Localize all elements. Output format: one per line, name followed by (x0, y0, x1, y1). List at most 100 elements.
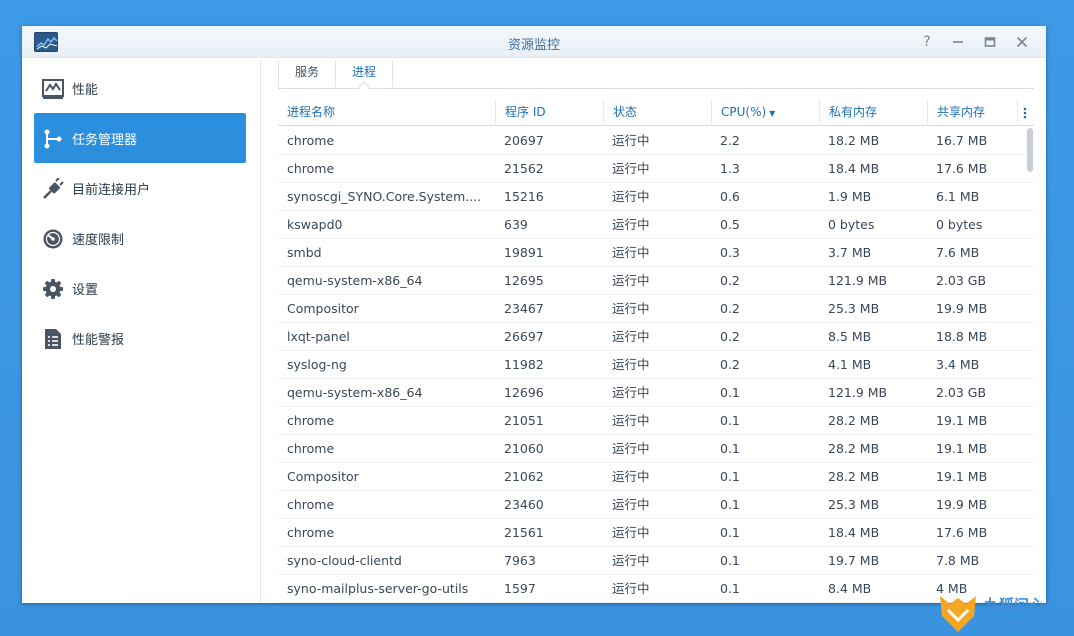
cell-shared-memory: 6.1 MB (936, 189, 980, 204)
table-row[interactable]: chrome 21561 运行中 0.1 18.4 MB 17.6 MB (278, 519, 1034, 547)
table-row[interactable]: kswapd0 639 运行中 0.5 0 bytes 0 bytes (278, 211, 1034, 239)
sort-descending-icon: ▼ (769, 109, 776, 118)
cell-private-memory: 8.5 MB (828, 329, 872, 344)
sidebar-item-label: 设置 (72, 283, 99, 298)
table-row[interactable]: lxqt-panel 26697 运行中 0.2 8.5 MB 18.8 MB (278, 323, 1034, 351)
sidebar-item-connected-users[interactable]: 目前连接用户 (34, 163, 246, 213)
column-header-private-memory[interactable]: 私有内存 (819, 99, 927, 126)
column-header-pid[interactable]: 程序 ID (495, 99, 603, 126)
sidebar-item-label: 速度限制 (72, 233, 125, 248)
sidebar-item-performance-alerts[interactable]: 性能警报 (34, 313, 246, 363)
sidebar-item-performance[interactable]: 性能 (34, 63, 246, 113)
cell-cpu: 2.2 (720, 133, 740, 148)
help-button[interactable]: ? (917, 32, 937, 52)
cell-cpu: 0.2 (720, 273, 740, 288)
cell-shared-memory: 2.03 GB (936, 385, 987, 400)
cell-pid: 21051 (504, 413, 544, 428)
cell-private-memory: 28.2 MB (828, 413, 880, 428)
sidebar-item-speed-limit[interactable]: 速度限制 (34, 213, 246, 263)
close-button[interactable] (1012, 32, 1032, 52)
cell-process-name: kswapd0 (287, 217, 343, 232)
cell-shared-memory: 17.6 MB (936, 161, 988, 176)
cell-pid: 12695 (504, 273, 544, 288)
table-row[interactable]: chrome 21562 运行中 1.3 18.4 MB 17.6 MB (278, 155, 1034, 183)
table-row[interactable]: chrome 20697 运行中 2.2 18.2 MB 16.7 MB (278, 127, 1034, 155)
table-row[interactable]: chrome 21051 运行中 0.1 28.2 MB 19.1 MB (278, 407, 1034, 435)
vertical-scrollbar[interactable] (1026, 126, 1034, 603)
speedometer-icon (43, 229, 63, 249)
cell-private-memory: 1.9 MB (828, 189, 872, 204)
cell-private-memory: 25.3 MB (828, 497, 880, 512)
table-row[interactable]: synoscgi_SYNO.Core.System.... 15216 运行中 0.6… (278, 183, 1034, 211)
cell-private-memory: 18.4 MB (828, 161, 880, 176)
cell-pid: 639 (504, 217, 528, 232)
title-bar[interactable]: 资源监控 ? (22, 26, 1046, 58)
cell-private-memory: 3.7 MB (828, 245, 872, 260)
maximize-icon (984, 37, 996, 47)
cell-status: 运行中 (612, 525, 650, 540)
cell-status: 运行中 (612, 189, 650, 204)
sidebar-item-settings[interactable]: 设置 (34, 263, 246, 313)
cell-cpu: 0.2 (720, 301, 740, 316)
sidebar-item-task-manager[interactable]: 任务管理器 (34, 113, 246, 163)
cell-private-memory: 19.7 MB (828, 553, 880, 568)
column-header-shared-memory[interactable]: 共享内存 (927, 99, 1017, 126)
table-row[interactable]: chrome 21060 运行中 0.1 28.2 MB 19.1 MB (278, 435, 1034, 463)
vertical-dots-icon (1023, 107, 1027, 119)
maximize-button[interactable] (980, 32, 1000, 52)
task-manager-icon (44, 129, 62, 149)
cell-process-name: chrome (287, 413, 335, 428)
cell-cpu: 0.1 (720, 413, 740, 428)
table-row[interactable]: syslog-ng 11982 运行中 0.2 4.1 MB 3.4 MB (278, 351, 1034, 379)
cell-cpu: 0.5 (720, 217, 740, 232)
table-row[interactable]: chrome 23460 运行中 0.1 25.3 MB 19.9 MB (278, 491, 1034, 519)
column-header-label: CPU(%) (721, 105, 767, 119)
cell-cpu: 0.1 (720, 441, 740, 456)
cell-status: 运行中 (612, 273, 650, 288)
cell-process-name: chrome (287, 161, 335, 176)
cell-shared-memory: 3.4 MB (936, 357, 980, 372)
table-row[interactable]: Compositor 23467 运行中 0.2 25.3 MB 19.9 MB (278, 295, 1034, 323)
table-row[interactable]: syno-cloud-clientd 7963 运行中 0.1 19.7 MB 7.8 M… (278, 547, 1034, 575)
cell-status: 运行中 (612, 497, 650, 512)
cell-private-memory: 28.2 MB (828, 469, 880, 484)
resource-monitor-window: 资源监控 ? 性能 任务管理器 目前连接用户 速度限制 设置 性能警报 服务 进… (22, 26, 1046, 603)
table-row[interactable]: smbd 19891 运行中 0.3 3.7 MB 7.6 MB (278, 239, 1034, 267)
sidebar: 性能 任务管理器 目前连接用户 速度限制 设置 性能警报 (22, 59, 261, 603)
cell-cpu: 0.6 (720, 189, 740, 204)
column-header-cpu[interactable]: CPU(%) ▼ (711, 99, 819, 126)
cell-cpu: 0.2 (720, 357, 740, 372)
scrollbar-thumb[interactable] (1027, 128, 1033, 172)
cell-status: 运行中 (612, 441, 650, 456)
table-row[interactable]: syno-mailplus-server-go-utils 1597 运行中 0.1 8… (278, 575, 1034, 603)
tab-divider (392, 61, 393, 87)
tab-services[interactable]: 服务 (279, 59, 335, 89)
cell-status: 运行中 (612, 217, 650, 232)
minimize-icon (953, 41, 963, 43)
cell-pid: 23460 (504, 497, 544, 512)
cell-cpu: 0.1 (720, 581, 740, 596)
cell-shared-memory: 7.8 MB (936, 553, 980, 568)
table-row[interactable]: Compositor 21062 运行中 0.1 28.2 MB 19.1 MB (278, 463, 1034, 491)
cell-private-memory: 8.4 MB (828, 581, 872, 596)
cell-status: 运行中 (612, 581, 650, 596)
column-header-status[interactable]: 状态 (603, 99, 711, 126)
cell-status: 运行中 (612, 469, 650, 484)
sidebar-item-label: 性能警报 (72, 333, 125, 348)
plug-icon (43, 178, 64, 199)
cell-pid: 20697 (504, 133, 544, 148)
column-options-button[interactable] (1017, 99, 1034, 126)
table-header: 进程名称 程序 ID 状态 CPU(%) ▼ 私有内存 共享内存 (278, 99, 1034, 126)
cell-pid: 19891 (504, 245, 544, 260)
column-header-process-name[interactable]: 进程名称 (278, 99, 495, 126)
table-row[interactable]: qemu-system-x86_64 12695 运行中 0.2 121.9 MB 2.0… (278, 267, 1034, 295)
cell-process-name: syno-mailplus-server-go-utils (287, 581, 469, 596)
cell-shared-memory: 7.6 MB (936, 245, 980, 260)
minimize-button[interactable] (948, 32, 968, 52)
cell-status: 运行中 (612, 133, 650, 148)
cell-cpu: 0.1 (720, 497, 740, 512)
table-row[interactable]: qemu-system-x86_64 12696 运行中 0.1 121.9 MB 2.0… (278, 379, 1034, 407)
watermark-en-text: JiuHuCN (982, 617, 1039, 631)
process-table: 进程名称 程序 ID 状态 CPU(%) ▼ 私有内存 共享内存 chrome 20… (278, 99, 1034, 603)
cell-pid: 21060 (504, 441, 544, 456)
